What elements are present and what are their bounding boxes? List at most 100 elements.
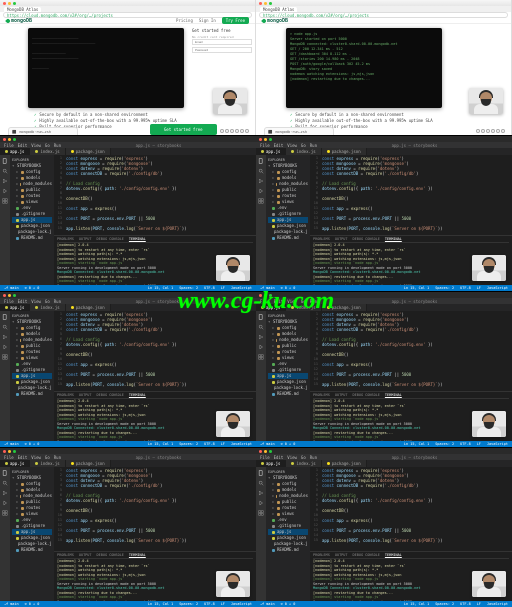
menu-file[interactable]: File <box>4 299 14 304</box>
status-encoding[interactable]: UTF-8 <box>460 602 471 606</box>
menu-run[interactable]: Run <box>54 455 61 460</box>
status-eol[interactable]: LF <box>221 286 225 290</box>
status-language[interactable]: JavaScript <box>487 286 508 290</box>
menu-edit[interactable]: Edit <box>274 143 284 148</box>
status-encoding[interactable]: UTF-8 <box>460 286 471 290</box>
search-icon[interactable] <box>2 168 8 174</box>
close-icon[interactable] <box>259 450 262 453</box>
terminal-tab-problems[interactable]: PROBLEMS <box>313 237 330 241</box>
file-readme[interactable]: README.md <box>268 547 308 553</box>
status-branch[interactable]: ⎇ main <box>260 442 275 446</box>
terminal-tab-output[interactable]: OUTPUT <box>79 393 92 397</box>
menu-file[interactable]: File <box>4 143 14 148</box>
nav-signin[interactable]: Sign In <box>199 18 216 23</box>
status-cursor[interactable]: Ln 15, Col 1 <box>404 286 429 290</box>
menu-file[interactable]: File <box>260 299 270 304</box>
menu-run[interactable]: Run <box>54 143 61 148</box>
files-icon[interactable] <box>2 470 8 476</box>
minimize-icon[interactable] <box>264 294 267 297</box>
close-icon[interactable] <box>3 294 6 297</box>
minimize-icon[interactable] <box>8 450 11 453</box>
try-free-button[interactable]: Try Free <box>222 17 249 24</box>
minimize-icon[interactable] <box>264 2 267 5</box>
git-icon[interactable] <box>258 334 264 340</box>
menu-run[interactable]: Run <box>310 143 317 148</box>
minimize-icon[interactable] <box>8 2 11 5</box>
status-branch[interactable]: ⎇ main <box>260 286 275 290</box>
terminal-tab-output[interactable]: OUTPUT <box>335 237 348 241</box>
status-branch[interactable]: ⎇ main <box>4 602 19 606</box>
menu-run[interactable]: Run <box>310 455 317 460</box>
search-icon[interactable] <box>2 480 8 486</box>
status-language[interactable]: JavaScript <box>487 442 508 446</box>
terminal-tab-output[interactable]: OUTPUT <box>79 237 92 241</box>
terminal-tab-debug[interactable]: DEBUG CONSOLE <box>97 553 124 557</box>
menu-go[interactable]: Go <box>301 299 306 304</box>
debug-icon[interactable] <box>258 500 264 506</box>
terminal-tab-debug[interactable]: DEBUG CONSOLE <box>353 553 380 557</box>
minimize-icon[interactable] <box>264 450 267 453</box>
terminal-tab-problems[interactable]: PROBLEMS <box>57 393 74 397</box>
terminal-tab-terminal[interactable]: TERMINAL <box>129 553 146 557</box>
extensions-icon[interactable] <box>258 198 264 204</box>
files-icon[interactable] <box>258 470 264 476</box>
tab-app-js[interactable]: app.js <box>0 148 30 155</box>
minimize-icon[interactable] <box>264 138 267 141</box>
menu-view[interactable]: View <box>287 455 297 460</box>
extensions-icon[interactable] <box>2 198 8 204</box>
browser-tab[interactable]: MongoDB Atlas <box>4 7 41 12</box>
status-branch[interactable]: ⎇ main <box>4 442 19 446</box>
status-eol[interactable]: LF <box>477 442 481 446</box>
tab-package-json[interactable]: package.json <box>66 460 111 467</box>
git-icon[interactable] <box>2 490 8 496</box>
close-icon[interactable] <box>3 2 6 5</box>
file-readme[interactable]: README.md <box>268 235 308 241</box>
status-errors[interactable]: ⊘ 0 ⚠ 0 <box>281 442 296 446</box>
status-branch[interactable]: ⎇ main <box>4 286 19 290</box>
tab-app-js[interactable]: app.js <box>256 148 286 155</box>
terminal-tab-debug[interactable]: DEBUG CONSOLE <box>353 237 380 241</box>
terminal-tab-terminal[interactable]: TERMINAL <box>385 393 402 397</box>
search-icon[interactable] <box>258 324 264 330</box>
menu-file[interactable]: File <box>260 455 270 460</box>
git-icon[interactable] <box>258 490 264 496</box>
status-cursor[interactable]: Ln 15, Col 1 <box>148 442 173 446</box>
menu-view[interactable]: View <box>287 143 297 148</box>
file-readme[interactable]: README.md <box>12 235 52 241</box>
terminal-tab-output[interactable]: OUTPUT <box>335 393 348 397</box>
status-encoding[interactable]: UTF-8 <box>204 286 215 290</box>
extensions-icon[interactable] <box>2 510 8 516</box>
status-cursor[interactable]: Ln 15, Col 1 <box>148 602 173 606</box>
get-started-button[interactable]: Get started free <box>150 124 217 135</box>
debug-icon[interactable] <box>2 500 8 506</box>
minimize-icon[interactable] <box>8 294 11 297</box>
maximize-icon[interactable] <box>13 450 16 453</box>
menu-edit[interactable]: Edit <box>18 455 28 460</box>
status-cursor[interactable]: Ln 15, Col 1 <box>148 286 173 290</box>
status-errors[interactable]: ⊘ 0 ⚠ 0 <box>281 602 296 606</box>
status-language[interactable]: JavaScript <box>231 602 252 606</box>
terminal-tab-terminal[interactable]: TERMINAL <box>385 553 402 557</box>
files-icon[interactable] <box>2 314 8 320</box>
nav-pricing[interactable]: Pricing <box>176 18 193 23</box>
maximize-icon[interactable] <box>269 450 272 453</box>
status-encoding[interactable]: UTF-8 <box>204 442 215 446</box>
status-errors[interactable]: ⊘ 0 ⚠ 0 <box>25 286 40 290</box>
maximize-icon[interactable] <box>13 138 16 141</box>
status-spaces[interactable]: Spaces: 2 <box>179 442 198 446</box>
tab-index-js[interactable]: index.js <box>286 460 321 467</box>
status-spaces[interactable]: Spaces: 2 <box>435 602 454 606</box>
tab-package-json[interactable]: package.json <box>322 460 367 467</box>
email-field[interactable] <box>192 39 252 45</box>
menu-view[interactable]: View <box>287 299 297 304</box>
search-icon[interactable] <box>258 168 264 174</box>
file-readme[interactable]: README.md <box>268 391 308 397</box>
password-field[interactable] <box>192 47 252 53</box>
status-cursor[interactable]: Ln 15, Col 1 <box>404 602 429 606</box>
file-readme[interactable]: README.md <box>12 547 52 553</box>
tab-index-js[interactable]: index.js <box>30 304 65 311</box>
tab-index-js[interactable]: index.js <box>30 148 65 155</box>
status-spaces[interactable]: Spaces: 2 <box>179 286 198 290</box>
tab-app-js[interactable]: app.js <box>0 304 30 311</box>
debug-icon[interactable] <box>2 188 8 194</box>
